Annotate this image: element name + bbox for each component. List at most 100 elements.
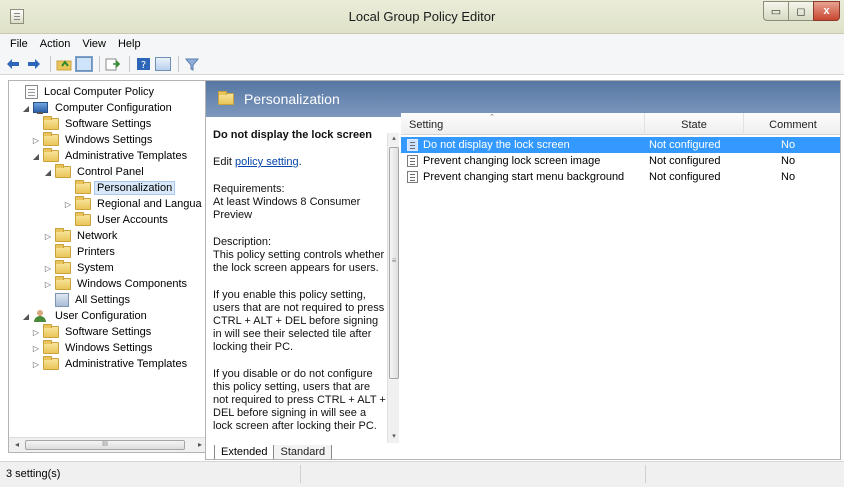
tree-node[interactable]: Printers — [43, 244, 117, 260]
description-scroll-thumb[interactable]: ≡ — [389, 147, 399, 379]
folder-icon — [43, 148, 59, 162]
tree-node-label: Administrative Templates — [65, 150, 188, 162]
filter-icon[interactable] — [183, 56, 201, 72]
tree-node-label: User Accounts — [97, 214, 168, 226]
folder-icon — [43, 132, 59, 146]
requirements-text: At least Windows 8 Consumer Preview — [213, 196, 361, 221]
expand-arrow-icon[interactable]: ▷ — [43, 264, 53, 273]
requirements-label: Requirements: — [213, 183, 285, 195]
collapse-arrow-icon[interactable]: ◢ — [21, 104, 31, 113]
export-list-icon[interactable] — [104, 56, 122, 72]
help-icon[interactable]: ? — [134, 56, 152, 72]
table-row[interactable]: Prevent changing start menu background No… — [401, 169, 840, 185]
tab-extended[interactable]: Extended — [214, 445, 275, 459]
folder-icon — [75, 180, 91, 194]
table-row[interactable]: Prevent changing lock screen image Not co… — [401, 153, 840, 169]
maximize-button[interactable]: ◻ — [788, 1, 814, 21]
tree-node[interactable]: ◢ User Configuration — [21, 308, 149, 324]
tree-node-label: All Settings — [75, 294, 131, 306]
tab-standard[interactable]: Standard — [273, 445, 333, 459]
policy-setting-icon — [407, 139, 418, 151]
list-header: Setting ⌃ State Comment — [401, 113, 840, 135]
expand-arrow-icon[interactable]: ▷ — [43, 232, 53, 241]
edit-policy-link[interactable]: policy setting — [235, 156, 299, 168]
expand-arrow-icon[interactable]: ▷ — [31, 360, 41, 369]
tree-node[interactable]: ◢ Computer Configuration — [21, 100, 174, 116]
column-setting-label: Setting — [409, 119, 444, 131]
column-state[interactable]: State — [645, 113, 744, 135]
show-hide-tree-icon[interactable] — [75, 55, 93, 72]
policy-setting-icon — [407, 171, 418, 183]
tree-node[interactable]: ◢ Administrative Templates — [31, 148, 189, 164]
folder-icon — [43, 116, 59, 130]
toolbar-separator — [99, 55, 100, 72]
edit-line: Edit policy setting. — [213, 156, 388, 169]
tree-node-label: System — [77, 262, 114, 274]
requirements-block: Requirements: At least Windows 8 Consume… — [213, 183, 388, 222]
scroll-thumb[interactable]: III — [25, 440, 185, 450]
tree-node[interactable]: User Accounts — [63, 212, 170, 228]
tree-node-label: Local Computer Policy — [44, 86, 155, 98]
tree-node[interactable]: ▷ System — [43, 260, 116, 276]
expand-arrow-icon[interactable]: ▷ — [31, 136, 41, 145]
collapse-arrow-icon[interactable]: ◢ — [31, 152, 41, 161]
expand-arrow-icon[interactable]: ▷ — [63, 200, 73, 209]
tree-node[interactable]: ▷ Windows Settings — [31, 132, 154, 148]
folder-icon — [75, 212, 91, 226]
properties-icon[interactable] — [155, 56, 171, 71]
folder-icon — [43, 340, 59, 354]
menu-help[interactable]: Help — [112, 38, 147, 50]
menu-file[interactable]: File — [4, 38, 34, 50]
tree-node[interactable]: ▷ Network — [43, 228, 119, 244]
title-bar[interactable]: Local Group Policy Editor ▭ ◻ x — [0, 0, 844, 34]
expand-arrow-icon[interactable]: ▷ — [31, 328, 41, 337]
menu-action[interactable]: Action — [34, 38, 77, 50]
edit-suffix: . — [298, 156, 302, 168]
scroll-left-arrow[interactable]: ◂ — [10, 439, 24, 451]
tree-node[interactable]: ▷ Administrative Templates — [31, 356, 189, 372]
collapse-arrow-icon[interactable]: ◢ — [43, 168, 53, 177]
description-scrollbar[interactable]: ▴ ≡ ▾ — [387, 133, 399, 443]
folder-icon — [43, 356, 59, 370]
svg-text:?: ? — [140, 60, 145, 71]
tree-node-label: Printers — [77, 246, 115, 258]
tree-node[interactable]: ▷ Regional and Langua — [63, 196, 204, 212]
tree-node[interactable]: ▷ Software Settings — [31, 324, 153, 340]
description-label: Description: — [213, 236, 272, 248]
allsettings-icon — [55, 293, 69, 307]
expand-arrow-icon[interactable]: ▷ — [43, 280, 53, 289]
column-comment[interactable]: Comment — [744, 113, 840, 135]
tree-node[interactable]: ◢ Control Panel — [43, 164, 146, 180]
back-arrow-icon[interactable] — [4, 56, 22, 72]
tree-node[interactable]: Local Computer Policy — [13, 84, 156, 100]
tree-node[interactable]: ▷ Windows Settings — [31, 340, 154, 356]
menu-bar: File Action View Help — [0, 34, 844, 53]
console-tree[interactable]: ◂ III ▸ Local Computer Policy ◢ Computer C… — [8, 80, 209, 453]
tree-node[interactable]: All Settings — [43, 292, 132, 308]
settings-list[interactable]: Setting ⌃ State Comment Do not display t… — [401, 113, 840, 445]
policy-icon — [25, 85, 38, 99]
setting-name-cell: Prevent changing lock screen image — [423, 155, 601, 167]
comment-cell: No — [781, 171, 796, 183]
table-row[interactable]: Do not display the lock screen Not config… — [401, 137, 840, 153]
category-title: Personalization — [244, 91, 340, 107]
edit-prefix: Edit — [213, 156, 236, 168]
forward-arrow-icon[interactable] — [25, 56, 43, 72]
menu-view[interactable]: View — [76, 38, 112, 50]
close-button[interactable]: x — [813, 1, 840, 21]
up-folder-icon[interactable] — [55, 56, 73, 72]
expand-arrow-icon[interactable]: ▷ — [31, 344, 41, 353]
tree-horizontal-scrollbar[interactable]: ◂ III ▸ — [9, 437, 208, 452]
collapse-arrow-icon[interactable]: ◢ — [21, 312, 31, 321]
tree-node[interactable]: ▷ Windows Components — [43, 276, 189, 292]
tree-node[interactable]: Personalization — [63, 180, 176, 196]
scroll-up-arrow[interactable]: ▴ — [388, 133, 400, 145]
tree-node[interactable]: Software Settings — [31, 116, 153, 132]
scroll-down-arrow[interactable]: ▾ — [388, 431, 400, 443]
minimize-button[interactable]: ▭ — [763, 1, 789, 21]
folder-icon — [75, 196, 91, 210]
tree-node-label: Personalization — [93, 181, 176, 195]
column-setting[interactable]: Setting ⌃ — [401, 113, 645, 135]
description-text: This policy setting controls whether the… — [213, 249, 385, 274]
extended-description: Do not display the lock screen Edit poli… — [213, 123, 388, 443]
